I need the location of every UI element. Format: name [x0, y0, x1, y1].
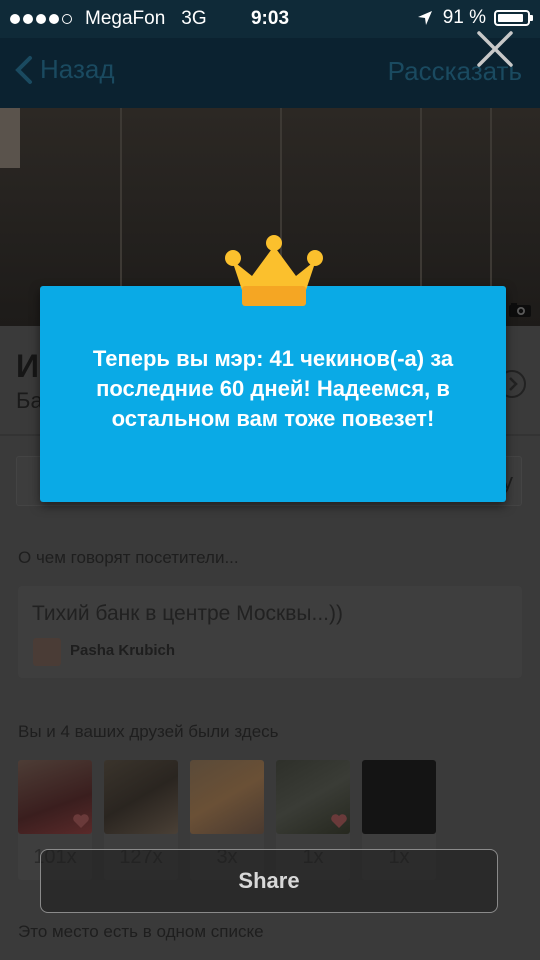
battery-icon	[494, 10, 533, 26]
status-bar: MegaFon 3G 9:03 91 %	[0, 0, 540, 38]
battery-percent: 91 %	[442, 7, 486, 28]
venue-title: И	[16, 348, 39, 384]
camera-icon[interactable]	[508, 302, 532, 318]
tip-text: Тихий банк в центре Москвы...))	[32, 602, 343, 625]
friend-photo	[104, 760, 178, 834]
friend-photo	[190, 760, 264, 834]
tip-author[interactable]: Pasha Krubich	[70, 642, 175, 659]
close-icon[interactable]	[476, 30, 514, 68]
lists-heading: Это место есть в одном списке	[18, 922, 264, 941]
share-button[interactable]: Share	[40, 849, 498, 913]
heart-icon	[331, 814, 347, 828]
friend-photo	[362, 760, 436, 834]
location-arrow-icon	[417, 11, 432, 25]
avatar	[33, 638, 61, 666]
mayor-card: Теперь вы мэр: 41 чекинов(-а) за последн…	[40, 286, 506, 502]
status-right: 91 %	[417, 7, 533, 29]
chevron-left-icon	[15, 55, 32, 84]
tips-heading: О чем говорят посетители...	[18, 548, 239, 567]
venue-category: Ба	[16, 388, 43, 413]
tip-card[interactable]: Тихий банк в центре Москвы...)) Pasha Kr…	[18, 586, 522, 678]
nav-bar: Назад Рассказать	[0, 38, 540, 108]
crown-icon	[225, 235, 323, 306]
back-button[interactable]: Назад	[14, 54, 115, 85]
heart-icon	[73, 814, 89, 828]
friends-heading: Вы и 4 ваших друзей были здесь	[18, 722, 279, 741]
mayor-message: Теперь вы мэр: 41 чекинов(-а) за последн…	[92, 346, 454, 431]
back-button-label: Назад	[40, 54, 115, 84]
screen: MegaFon 3G 9:03 91 % Назад Рассказать И	[0, 0, 540, 960]
battery-fill	[498, 14, 523, 22]
